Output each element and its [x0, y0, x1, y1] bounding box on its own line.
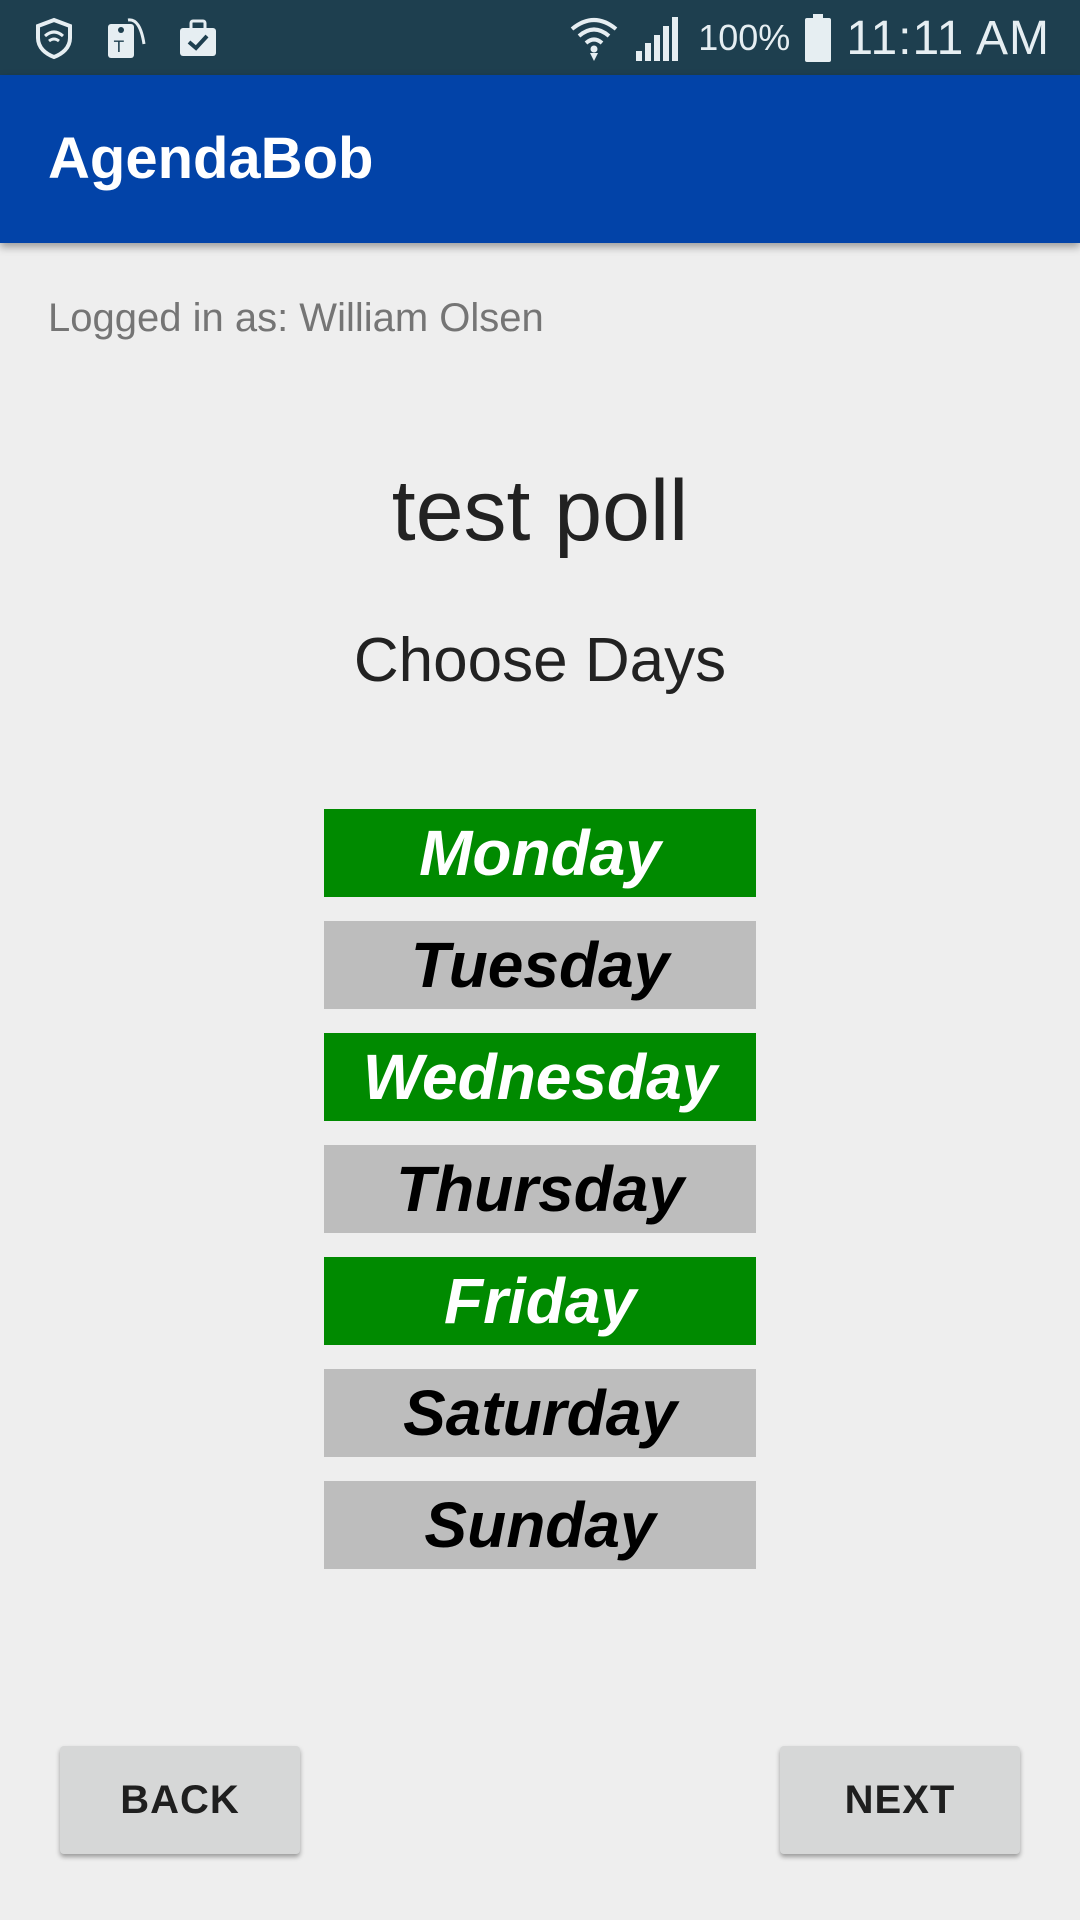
poll-title: test poll [391, 463, 689, 559]
back-button[interactable]: BACK [60, 1746, 300, 1854]
tag-icon: T [104, 14, 148, 62]
security-shield-icon [32, 16, 76, 60]
status-left-icons: T [32, 12, 220, 64]
day-button-wednesday[interactable]: Wednesday [324, 1033, 756, 1121]
signal-icon [634, 13, 684, 63]
day-button-sunday[interactable]: Sunday [324, 1481, 756, 1569]
clock: 11:11 AM [846, 11, 1050, 65]
status-right-icons: 100% 11:11 AM [568, 8, 1050, 68]
status-bar: T 100% 11:11 AM [0, 0, 1080, 75]
day-button-monday[interactable]: Monday [324, 809, 756, 897]
battery-icon [804, 13, 832, 63]
next-button[interactable]: NEXT [780, 1746, 1020, 1854]
app-title: AgendaBob [48, 126, 374, 191]
svg-text:T: T [113, 37, 124, 56]
day-button-tuesday[interactable]: Tuesday [324, 921, 756, 1009]
app-bar: AgendaBob [0, 75, 1080, 243]
day-button-thursday[interactable]: Thursday [324, 1145, 756, 1233]
day-button-friday[interactable]: Friday [324, 1257, 756, 1345]
battery-percent: 100% [698, 17, 791, 58]
day-button-saturday[interactable]: Saturday [324, 1369, 756, 1457]
wifi-icon [568, 13, 620, 63]
briefcase-check-icon [176, 16, 220, 60]
logged-in-label: Logged in as: William Olsen [48, 296, 544, 340]
day-selector-list: Monday Tuesday Wednesday Thursday Friday… [324, 809, 756, 1593]
choose-days-heading: Choose Days [353, 626, 727, 695]
